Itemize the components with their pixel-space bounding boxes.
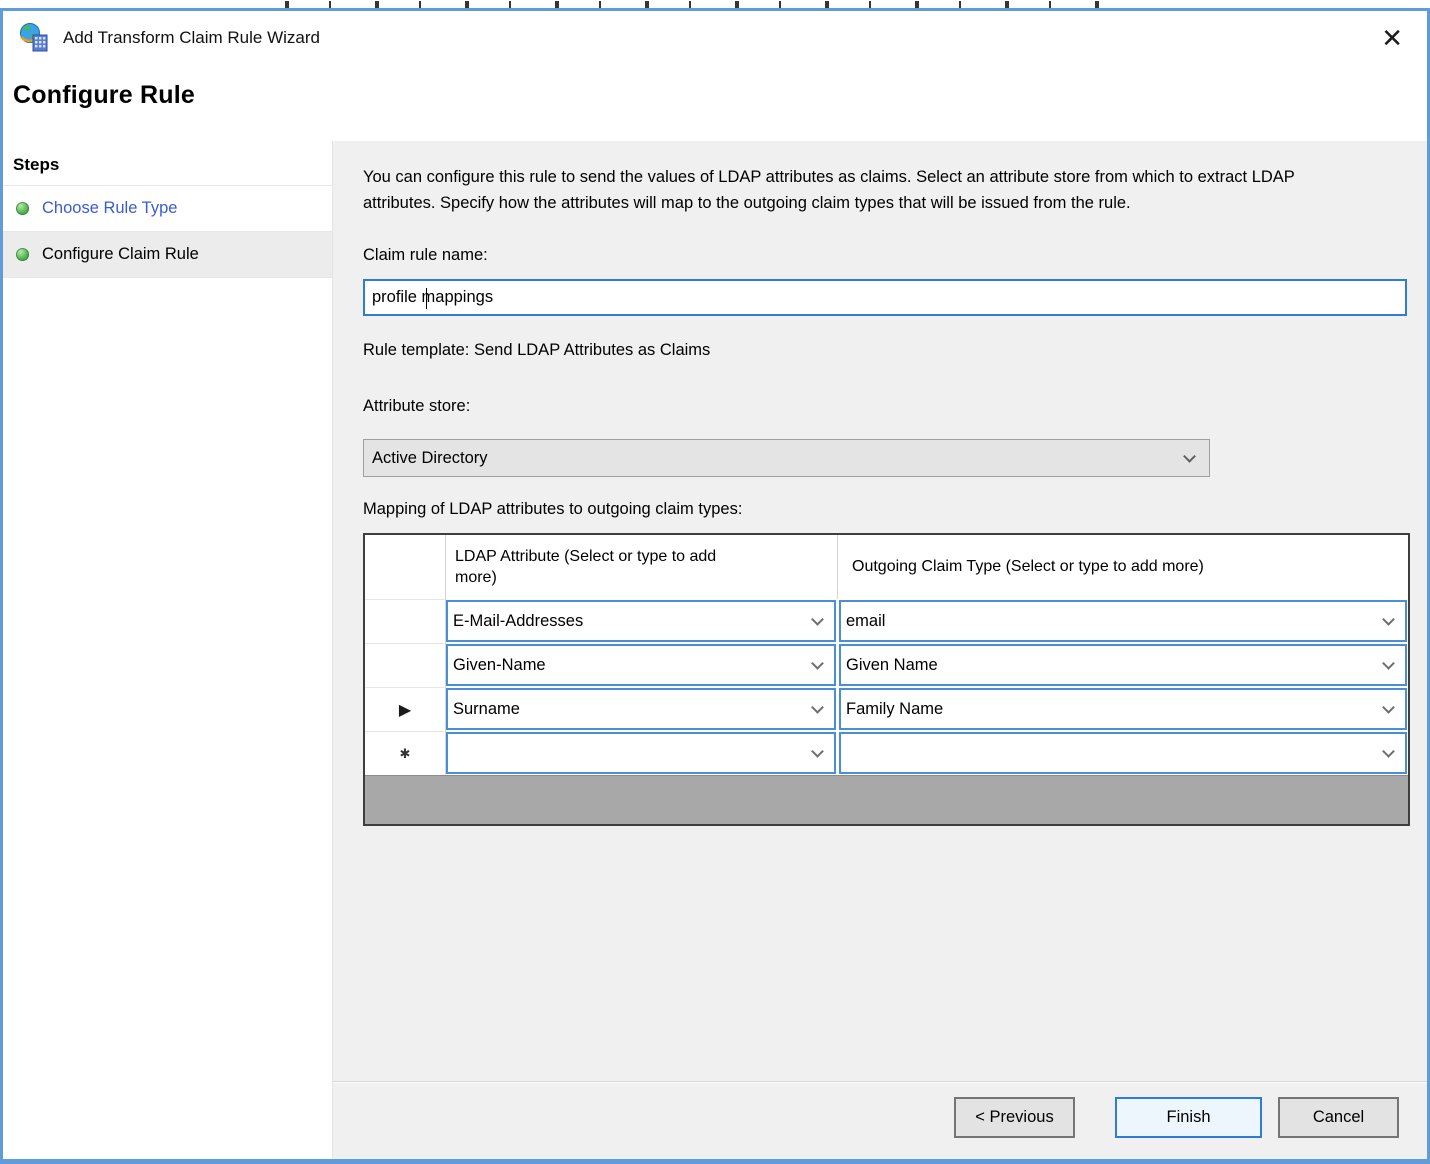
attribute-store-value: Active Directory [372,449,488,468]
step-label: Choose Rule Type [42,199,177,218]
grid-empty-area [365,775,1408,824]
step-item-choose-rule-type[interactable]: Choose Rule Type [3,186,332,232]
wizard-dialog: Add Transform Claim Rule Wizard ✕ Config… [0,8,1430,1164]
ldap-attribute-select[interactable]: Surname [446,688,836,730]
close-button[interactable]: ✕ [1375,23,1409,53]
row-header-cell[interactable]: ▶ [365,687,446,731]
ldap-attribute-select[interactable] [446,732,836,774]
chevron-down-icon [811,701,824,714]
chevron-down-icon [1382,745,1395,758]
table-corner-cell [365,535,446,599]
mapping-table-label: Mapping of LDAP attributes to outgoing c… [363,498,1407,520]
outgoing-claim-type-select[interactable] [839,732,1407,774]
rule-template-text: Rule template: Send LDAP Attributes as C… [363,340,1407,360]
window-title: Add Transform Claim Rule Wizard [63,28,320,48]
rule-description-text: You can configure this rule to send the … [363,164,1343,216]
step-status-icon [16,202,29,215]
dialog-body: Steps Choose Rule Type Configure Claim R… [3,141,1427,1159]
ldap-attribute-column-header: LDAP Attribute (Select or type to add mo… [446,535,838,599]
outgoing-claim-type-select[interactable]: Given Name [839,644,1407,686]
ldap-attribute-select[interactable]: Given-Name [446,644,836,686]
row-header-cell[interactable]: ✱ [365,731,446,775]
wizard-icon [18,22,50,54]
chevron-down-icon [1183,450,1196,463]
table-row: ▶ Surname Family Name [365,687,1408,731]
text-cursor [426,288,427,309]
chevron-down-icon [811,613,824,626]
table-row: E-Mail-Addresses email [365,599,1408,643]
previous-button[interactable]: < Previous [954,1097,1075,1138]
outgoing-claim-type-select[interactable]: Family Name [839,688,1407,730]
steps-sidebar: Steps Choose Rule Type Configure Claim R… [3,141,333,1159]
attribute-store-select[interactable]: Active Directory [363,439,1210,477]
ldap-attribute-select[interactable]: E-Mail-Addresses [446,600,836,642]
new-row-asterisk-icon: ✱ [400,746,411,762]
table-row: Given-Name Given Name [365,643,1408,687]
background-window-text-fragments [285,1,1137,8]
chevron-down-icon [1382,701,1395,714]
steps-heading: Steps [3,141,332,186]
step-status-icon [16,248,29,261]
finish-button[interactable]: Finish [1115,1097,1262,1138]
table-row: ✱ [365,731,1408,775]
chevron-down-icon [811,745,824,758]
claim-rule-name-input[interactable]: profile mappings [363,279,1407,316]
step-item-configure-claim-rule[interactable]: Configure Claim Rule [3,232,332,278]
page-title: Configure Rule [3,65,1427,141]
outgoing-claim-type-select[interactable]: email [839,600,1407,642]
chevron-down-icon [1382,657,1395,670]
row-header-cell[interactable] [365,643,446,687]
close-icon: ✕ [1381,23,1403,53]
screen: Add Transform Claim Rule Wizard ✕ Config… [0,0,1430,1164]
footer-button-bar: < Previous Finish Cancel [333,1081,1427,1159]
claim-rule-name-label: Claim rule name: [363,244,1407,266]
current-row-arrow-icon: ▶ [399,700,411,720]
attribute-store-label: Attribute store: [363,395,1407,417]
background-window-sliver [0,0,1430,8]
chevron-down-icon [1382,613,1395,626]
step-label: Configure Claim Rule [42,245,199,264]
table-header-row: LDAP Attribute (Select or type to add mo… [365,535,1408,599]
chevron-down-icon [811,657,824,670]
cancel-button[interactable]: Cancel [1278,1097,1399,1138]
mapping-table: LDAP Attribute (Select or type to add mo… [363,533,1410,826]
row-header-cell[interactable] [365,599,446,643]
configure-rule-panel: You can configure this rule to send the … [333,141,1427,1159]
outgoing-claim-type-column-header: Outgoing Claim Type (Select or type to a… [838,535,1408,599]
title-bar: Add Transform Claim Rule Wizard ✕ [3,11,1427,65]
claim-rule-name-value: profile mappings [372,288,493,307]
